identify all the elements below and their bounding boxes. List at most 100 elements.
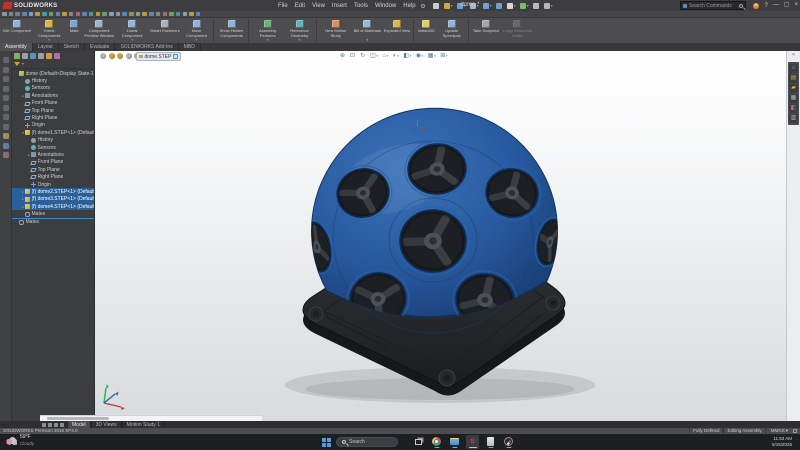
tree-row[interactable]: ▸ Annotations xyxy=(12,151,94,158)
toolbar-icon[interactable] xyxy=(89,12,94,17)
toolbar-icon[interactable] xyxy=(183,12,188,17)
toolbar-icon[interactable] xyxy=(149,12,154,17)
qat-button[interactable]: ▾ xyxy=(544,3,553,9)
task-pane-tab[interactable]: ◧ xyxy=(789,104,798,113)
ribbon-button[interactable]: Smart Fasteners xyxy=(149,19,182,42)
tree-row[interactable]: Top Plane xyxy=(12,107,94,114)
strip-icon[interactable] xyxy=(3,124,9,130)
search-icon[interactable] xyxy=(739,4,743,8)
tree-row[interactable]: Sensors xyxy=(12,85,94,92)
toolbar-icon[interactable] xyxy=(142,12,147,17)
ribbon-button[interactable]: Move Component ▾ xyxy=(181,19,214,42)
ribbon-button[interactable]: Exploded View xyxy=(382,19,414,42)
manager-tab-icon[interactable] xyxy=(38,53,44,59)
taskbar-clock[interactable]: 11:53 AM 5/15/2026 xyxy=(772,436,792,447)
menu-item[interactable]: Window xyxy=(375,3,396,9)
document-tab[interactable]: Motion Study 1 xyxy=(122,421,165,428)
strip-icon[interactable] xyxy=(3,86,9,92)
toolbar-icon[interactable] xyxy=(163,12,168,17)
toolbar-icon[interactable] xyxy=(109,12,114,17)
strip-icon[interactable] xyxy=(3,76,9,82)
tree-row[interactable]: Right Plane xyxy=(12,173,94,180)
toolbar-icon[interactable] xyxy=(9,12,14,17)
toolbar-icon[interactable] xyxy=(176,12,181,17)
tree-row[interactable]: Sensors xyxy=(12,144,94,151)
menu-item[interactable]: Edit xyxy=(295,3,305,9)
manager-tab-icon[interactable] xyxy=(30,53,36,59)
ribbon-button[interactable]: Insert Components ▾ xyxy=(33,19,66,42)
toolbar-icon[interactable] xyxy=(56,12,61,17)
menu-item[interactable]: Insert xyxy=(332,3,347,9)
strip-icon[interactable] xyxy=(3,105,9,111)
toolbar-icon[interactable] xyxy=(29,12,34,17)
strip-icon[interactable] xyxy=(3,67,9,73)
taskbar-app-button[interactable] xyxy=(448,435,461,449)
command-tab[interactable]: MBD xyxy=(179,43,201,51)
taskbar-app-button[interactable] xyxy=(430,435,443,449)
toolbar-icon[interactable] xyxy=(82,12,87,17)
toolbar-icon[interactable] xyxy=(2,12,7,17)
command-tab[interactable]: Layout xyxy=(33,43,59,51)
minimize-button[interactable]: — xyxy=(773,0,779,11)
chevron-down-icon[interactable]: ▾ xyxy=(267,38,269,42)
chevron-down-icon[interactable]: ▾ xyxy=(299,38,301,42)
chevron-down-icon[interactable]: ▾ xyxy=(22,61,24,66)
command-tab[interactable]: Assembly xyxy=(0,43,33,51)
tree-row[interactable]: ▸ (f) dome4.STEP<1> (Default xyxy=(12,203,94,210)
toolbar-icon[interactable] xyxy=(129,12,134,17)
manager-tab-icon[interactable] xyxy=(46,53,52,59)
tree-row[interactable]: Mates xyxy=(12,210,94,217)
strip-icon[interactable] xyxy=(3,95,9,101)
horizontal-scrollbar[interactable] xyxy=(40,415,262,421)
menu-item[interactable]: View xyxy=(312,3,325,9)
chevron-down-icon[interactable]: ▾ xyxy=(196,38,198,42)
ribbon-button[interactable]: Instant3D xyxy=(416,19,436,42)
weather-widget[interactable]: 59°F Cloudy xyxy=(6,435,34,446)
ribbon-button[interactable]: New Motion Study xyxy=(319,19,352,42)
toolbar-icon[interactable] xyxy=(169,12,174,17)
toolbar-icon[interactable] xyxy=(156,12,161,17)
search-commands-input[interactable] xyxy=(689,3,737,9)
chevron-down-icon[interactable]: ▾ xyxy=(48,38,50,42)
maximize-button[interactable]: ▢ xyxy=(784,0,790,11)
login-icon[interactable] xyxy=(753,3,759,9)
task-pane-tab[interactable]: ▤ xyxy=(789,74,798,83)
tree-row[interactable]: dome (Default<Display State-1>) xyxy=(12,70,94,77)
ribbon-button[interactable]: Assembly Features ▾ xyxy=(251,19,284,42)
taskbar-app-button[interactable] xyxy=(484,435,497,449)
ribbon-button[interactable]: Take Snapshot xyxy=(471,19,500,42)
qat-button[interactable] xyxy=(533,3,540,9)
pane-toggle-icon[interactable] xyxy=(793,429,797,433)
taskbar-app-button[interactable]: S xyxy=(466,435,479,449)
splitter-icon[interactable] xyxy=(54,423,58,427)
task-pane-tab[interactable]: ▥ xyxy=(789,114,798,123)
taskbar-search[interactable]: Search xyxy=(336,437,398,448)
splitter-icon[interactable] xyxy=(48,423,52,427)
document-tab[interactable]: 3D Views xyxy=(91,421,122,428)
taskbar-app-button[interactable] xyxy=(412,435,425,449)
help-icon[interactable]: ? xyxy=(764,3,767,9)
task-pane-tab[interactable]: ⌂ xyxy=(789,64,798,73)
task-pane-tab[interactable]: ▦ xyxy=(789,94,798,103)
tree-row[interactable]: Right Plane xyxy=(12,114,94,121)
3d-model[interactable] xyxy=(95,51,786,421)
task-pane-tab[interactable]: ▰ xyxy=(789,84,798,93)
splitter-icon[interactable] xyxy=(42,423,46,427)
chevron-down-icon[interactable]: ▾ xyxy=(131,38,133,42)
document-tab[interactable]: Model xyxy=(67,421,91,428)
ribbon-button[interactable]: Component Preview Window xyxy=(83,19,116,42)
toolbar-icon[interactable] xyxy=(69,12,74,17)
tree-row[interactable]: ▸ Annotations xyxy=(12,92,94,99)
toolbar-icon[interactable] xyxy=(62,12,67,17)
strip-icon[interactable] xyxy=(3,143,9,149)
toolbar-icon[interactable] xyxy=(96,12,101,17)
toolbar-icon[interactable] xyxy=(22,12,27,17)
close-button[interactable]: × xyxy=(794,0,798,11)
toolbar-icon[interactable] xyxy=(116,12,121,17)
start-button[interactable] xyxy=(322,438,331,447)
chevron-down-icon[interactable]: ▾ xyxy=(551,3,553,8)
strip-icon[interactable] xyxy=(3,57,9,63)
tree-row[interactable]: ▾ (f) dome1.STEP<1> (Default<Disp xyxy=(12,129,94,136)
menu-item[interactable]: File xyxy=(278,3,288,9)
splitter-icon[interactable] xyxy=(60,423,64,427)
